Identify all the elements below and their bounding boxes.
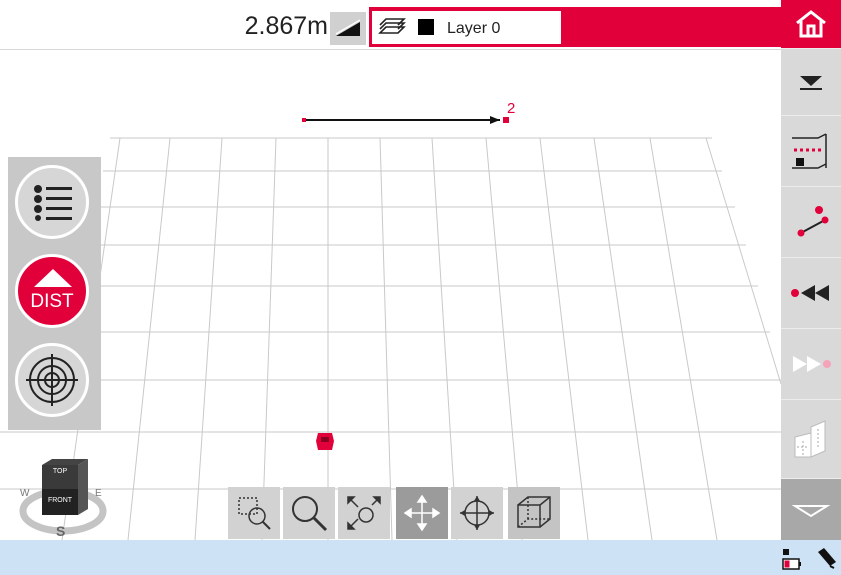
zoom-extents-button[interactable]	[338, 487, 390, 539]
step-forward-icon	[793, 356, 831, 372]
step-forward-button[interactable]	[781, 329, 841, 400]
orbit-button[interactable]	[451, 487, 503, 539]
zoom-extents-icon	[347, 496, 381, 530]
step-back-button[interactable]	[781, 258, 841, 329]
zoom-icon	[292, 496, 328, 532]
compass-south-label: S	[56, 523, 66, 539]
triangle-up-icon	[34, 269, 72, 287]
zoom-window-icon	[238, 497, 271, 530]
box-view-icon	[517, 496, 551, 528]
floor-plan-button[interactable]	[781, 400, 841, 479]
status-bar	[0, 540, 841, 575]
grid-floor[interactable]	[0, 49, 781, 540]
home-button[interactable]	[781, 0, 841, 49]
wall-measure-icon	[792, 133, 827, 169]
view-cube[interactable]: TOP FRONT W E S	[18, 455, 110, 540]
expand-button[interactable]	[781, 479, 841, 540]
point-label: 2	[507, 100, 516, 117]
point-line-button[interactable]	[781, 187, 841, 258]
target-icon	[26, 354, 78, 406]
compass-west-label: W	[20, 488, 30, 499]
slope-icon	[335, 19, 361, 36]
list-icon	[34, 185, 72, 221]
slope-button[interactable]	[330, 12, 366, 45]
zoom-button[interactable]	[283, 487, 335, 539]
device-marker-icon[interactable]	[316, 433, 334, 450]
bluetooth-device-icon	[818, 548, 836, 569]
step-back-icon	[791, 285, 829, 301]
layer-color-swatch	[418, 19, 434, 35]
dist-button[interactable]: DIST	[15, 254, 89, 328]
point-line-icon	[797, 206, 829, 237]
pan-icon	[403, 494, 441, 532]
zoom-window-button[interactable]	[228, 487, 280, 539]
distance-readout: 2.867m	[244, 12, 328, 40]
target-button[interactable]	[15, 343, 89, 417]
home-icon	[796, 10, 826, 38]
collapse-down-icon	[800, 76, 822, 90]
measurement-line[interactable]	[302, 116, 509, 124]
battery-icon	[782, 549, 801, 570]
right-toolbar	[781, 0, 841, 540]
layer-name: Layer 0	[447, 20, 501, 37]
compass-east-label: E	[95, 488, 102, 499]
expand-down-icon	[791, 504, 831, 517]
layer-selector[interactable]: Layer 0	[372, 11, 561, 44]
cube-top-label: TOP	[52, 468, 68, 475]
box-view-button[interactable]	[508, 487, 560, 539]
wall-measure-button[interactable]	[781, 116, 841, 187]
dist-label: DIST	[30, 291, 74, 312]
list-button[interactable]	[15, 165, 89, 239]
pan-button[interactable]	[396, 487, 448, 539]
floor-plan-icon	[794, 420, 826, 458]
orbit-icon	[460, 496, 494, 530]
collapse-button[interactable]	[781, 49, 841, 116]
layers-icon	[378, 18, 406, 34]
cube-front-label: FRONT	[47, 497, 73, 504]
left-panel: DIST	[8, 157, 101, 430]
